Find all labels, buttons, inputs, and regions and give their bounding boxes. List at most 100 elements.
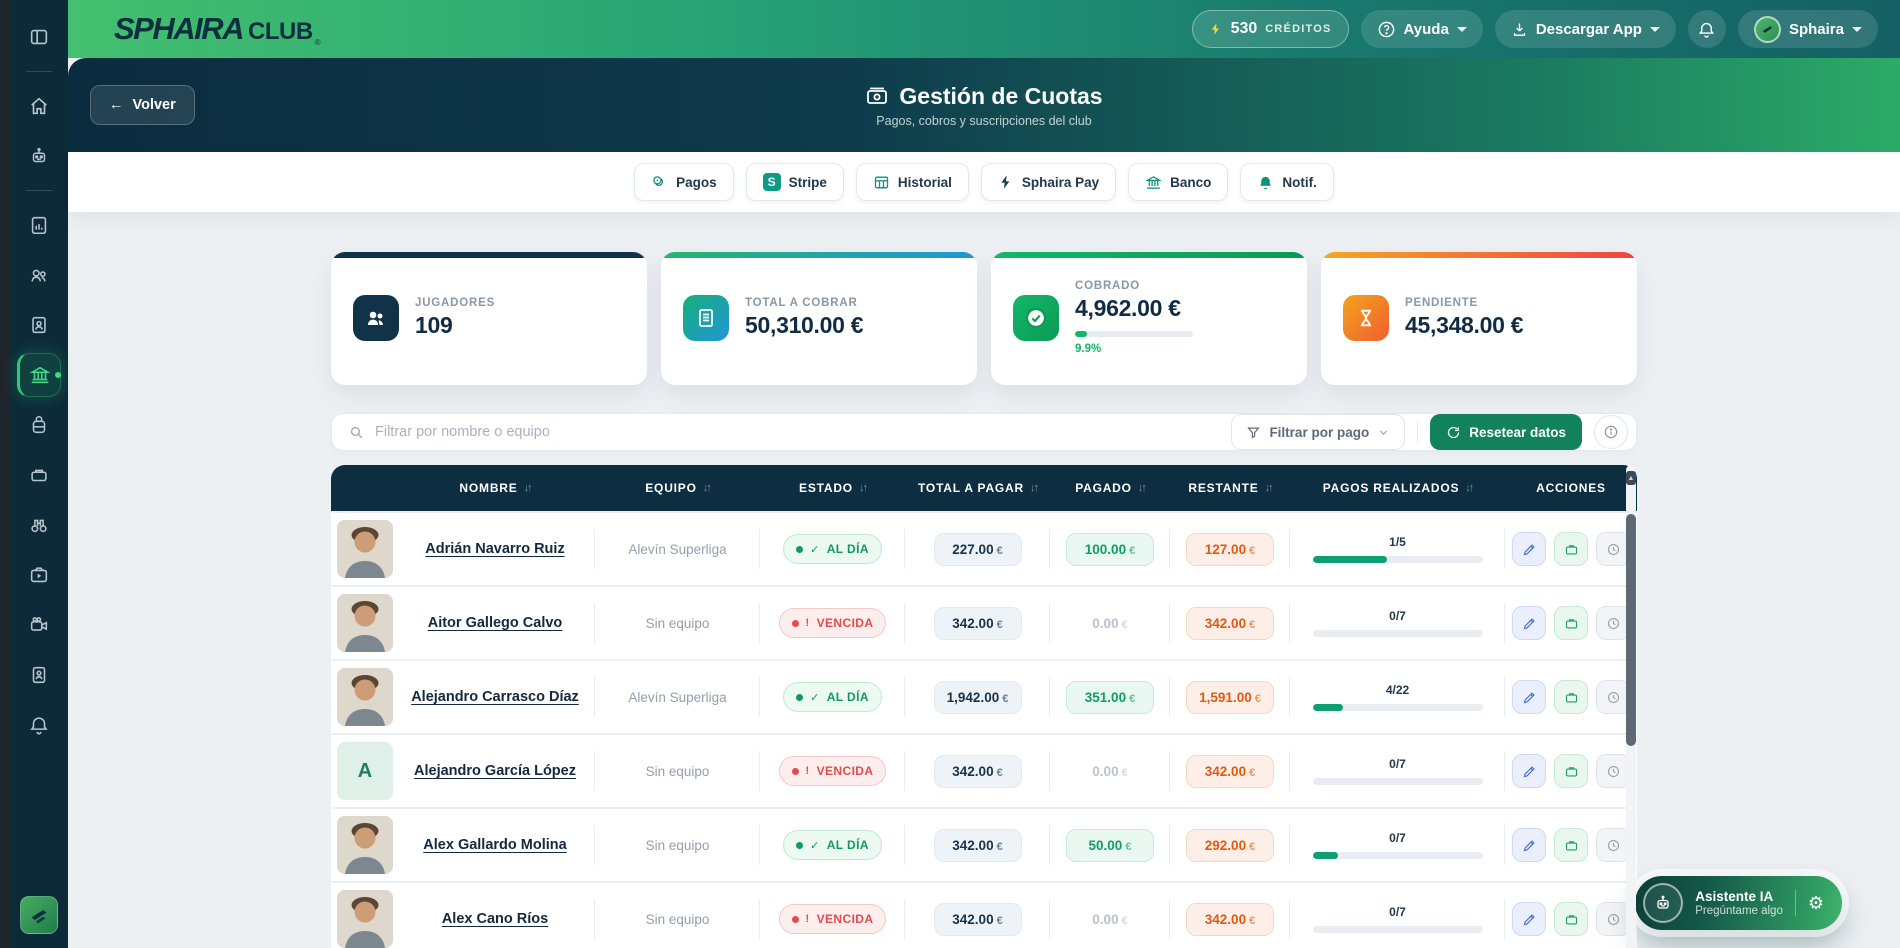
ai-assistant-widget[interactable]: Asistente IA Pregúntame algo ⚙ bbox=[1635, 876, 1842, 930]
tab-stripe[interactable]: S Stripe bbox=[746, 163, 844, 201]
notifications-bell-button[interactable] bbox=[1688, 10, 1726, 48]
remaining-amount: 342.00€ bbox=[1186, 607, 1274, 640]
scrollbar-thumb[interactable] bbox=[1626, 514, 1636, 746]
payments-folder-button[interactable] bbox=[1554, 902, 1588, 936]
player-name-link[interactable]: Aitor Gallego Calvo bbox=[428, 615, 563, 631]
player-name-link[interactable]: Alex Cano Ríos bbox=[442, 911, 548, 927]
history-clock-button[interactable] bbox=[1596, 828, 1630, 862]
chevron-down-icon bbox=[1457, 27, 1467, 32]
tab-historial[interactable]: Historial bbox=[856, 163, 969, 201]
sidebar-item-players[interactable] bbox=[17, 253, 61, 297]
table-scrollbar[interactable]: ▲ bbox=[1626, 465, 1636, 948]
sidebar-item-video-camera[interactable] bbox=[17, 603, 61, 647]
table-row: A Alejandro García López Sin equipo !VEN… bbox=[331, 735, 1637, 807]
search-box bbox=[348, 424, 1219, 441]
edit-button[interactable] bbox=[1512, 902, 1546, 936]
history-clock-button[interactable] bbox=[1596, 606, 1630, 640]
sidebar-item-video-library[interactable] bbox=[17, 553, 61, 597]
card-total-a-cobrar: TOTAL A COBRAR 50,310.00 € bbox=[661, 252, 977, 385]
search-input[interactable] bbox=[375, 424, 1219, 440]
payments-folder-button[interactable] bbox=[1554, 754, 1588, 788]
column-header-pagado[interactable]: PAGADO↓↑ bbox=[1050, 481, 1170, 495]
sidebar-item-notifications-bell[interactable] bbox=[17, 703, 61, 747]
payments-folder-button[interactable] bbox=[1554, 532, 1588, 566]
sidebar-item-ai-robot[interactable] bbox=[17, 134, 61, 178]
registered-mark: ® bbox=[315, 38, 321, 47]
stat-value: 4,962.00 € bbox=[1075, 295, 1193, 322]
sidebar-item-player-documents[interactable] bbox=[17, 303, 61, 347]
help-button[interactable]: Ayuda bbox=[1361, 10, 1483, 48]
remaining-amount: 342.00€ bbox=[1186, 903, 1274, 936]
topbar: SPHAIRA CLUB ® 530 CRÉDITOS Ayuda bbox=[68, 0, 1900, 58]
user-name: Sphaira bbox=[1789, 21, 1844, 38]
payments-folder-button[interactable] bbox=[1554, 606, 1588, 640]
coins-icon bbox=[651, 174, 668, 191]
column-header-restante[interactable]: RESTANTE↓↑ bbox=[1170, 481, 1290, 495]
panel-toggle-icon[interactable] bbox=[17, 15, 61, 59]
tab-pagos[interactable]: Pagos bbox=[634, 163, 734, 201]
sidebar-item-id-card[interactable] bbox=[17, 653, 61, 697]
sidebar-item-storage-drawer[interactable] bbox=[17, 453, 61, 497]
edit-button[interactable] bbox=[1512, 754, 1546, 788]
edit-button[interactable] bbox=[1512, 828, 1546, 862]
history-clock-button[interactable] bbox=[1596, 754, 1630, 788]
player-photo-avatar bbox=[337, 520, 393, 578]
tab-sphaira-pay[interactable]: Sphaira Pay bbox=[981, 163, 1116, 201]
history-clock-button[interactable] bbox=[1596, 680, 1630, 714]
sort-icon: ↓↑ bbox=[1465, 482, 1472, 494]
column-header-total-a-pagar[interactable]: TOTAL A PAGAR↓↑ bbox=[905, 481, 1050, 495]
check-circle-icon bbox=[1013, 295, 1059, 341]
column-header-estado[interactable]: ESTADO↓↑ bbox=[760, 481, 905, 495]
column-header-acciones: ACCIONES bbox=[1505, 481, 1637, 495]
scroll-up-button[interactable]: ▲ bbox=[1626, 471, 1636, 485]
sidebar-item-equipment-backpack[interactable] bbox=[17, 403, 61, 447]
user-menu[interactable]: Sphaira bbox=[1738, 10, 1878, 48]
sidebar-item-home[interactable] bbox=[17, 84, 61, 128]
card-pendiente: PENDIENTE 45,348.00 € bbox=[1321, 252, 1637, 385]
stat-value: 109 bbox=[415, 312, 495, 339]
edit-button[interactable] bbox=[1512, 606, 1546, 640]
sidebar-item-payments-bank[interactable] bbox=[17, 353, 61, 397]
table-row: Alex Cano Ríos Sin equipo !VENCIDA 342.0… bbox=[331, 883, 1637, 948]
table-icon bbox=[873, 174, 890, 191]
sidebar-club-logo[interactable] bbox=[20, 896, 58, 934]
bell-icon bbox=[1257, 174, 1274, 191]
credits-badge[interactable]: 530 CRÉDITOS bbox=[1192, 10, 1349, 48]
page-header: ← Volver Gestión de Cuotas Pagos, cobros… bbox=[68, 58, 1900, 152]
history-clock-button[interactable] bbox=[1596, 902, 1630, 936]
chevron-down-icon bbox=[1852, 27, 1862, 32]
column-header-pagos-realizados[interactable]: PAGOS REALIZADOS↓↑ bbox=[1290, 481, 1505, 495]
reset-data-button[interactable]: Resetear datos bbox=[1430, 414, 1582, 450]
tab-banco[interactable]: Banco bbox=[1128, 163, 1228, 201]
table-body: Adrián Navarro Ruiz Alevín Superliga ✓AL… bbox=[331, 513, 1637, 948]
filter-by-payment-dropdown[interactable]: Filtrar por pago bbox=[1231, 414, 1405, 450]
player-name-link[interactable]: Alex Gallardo Molina bbox=[423, 837, 566, 853]
payments-folder-button[interactable] bbox=[1554, 828, 1588, 862]
search-icon bbox=[348, 424, 365, 441]
total-amount: 227.00€ bbox=[934, 533, 1022, 566]
history-clock-button[interactable] bbox=[1596, 532, 1630, 566]
card-cobrado: COBRADO 4,962.00 € 9.9% bbox=[991, 252, 1307, 385]
column-header-equipo[interactable]: EQUIPO↓↑ bbox=[595, 481, 760, 495]
payments-folder-button[interactable] bbox=[1554, 680, 1588, 714]
edit-button[interactable] bbox=[1512, 680, 1546, 714]
tab-notif[interactable]: Notif. bbox=[1240, 163, 1334, 201]
back-button[interactable]: ← Volver bbox=[90, 85, 195, 125]
player-photo-avatar bbox=[337, 890, 393, 948]
credits-value: 530 bbox=[1231, 20, 1258, 38]
gear-icon[interactable]: ⚙ bbox=[1808, 893, 1824, 914]
stat-label: COBRADO bbox=[1075, 280, 1193, 292]
player-name-link[interactable]: Alejandro García López bbox=[414, 763, 576, 779]
column-header-nombre[interactable]: NOMBRE↓↑ bbox=[395, 481, 595, 495]
sidebar-item-stats-clipboard[interactable] bbox=[17, 203, 61, 247]
divider bbox=[1795, 890, 1796, 916]
sidebar-item-scouting-binoculars[interactable] bbox=[17, 503, 61, 547]
player-name-link[interactable]: Alejandro Carrasco Díaz bbox=[411, 689, 579, 705]
player-name-link[interactable]: Adrián Navarro Ruiz bbox=[425, 541, 564, 557]
info-button[interactable] bbox=[1594, 415, 1628, 449]
bolt-icon bbox=[1209, 22, 1223, 36]
edit-button[interactable] bbox=[1512, 532, 1546, 566]
status-badge: ✓AL DÍA bbox=[783, 682, 882, 712]
payments-progress: 0/7 bbox=[1313, 609, 1483, 637]
download-app-button[interactable]: Descargar App bbox=[1495, 10, 1676, 48]
